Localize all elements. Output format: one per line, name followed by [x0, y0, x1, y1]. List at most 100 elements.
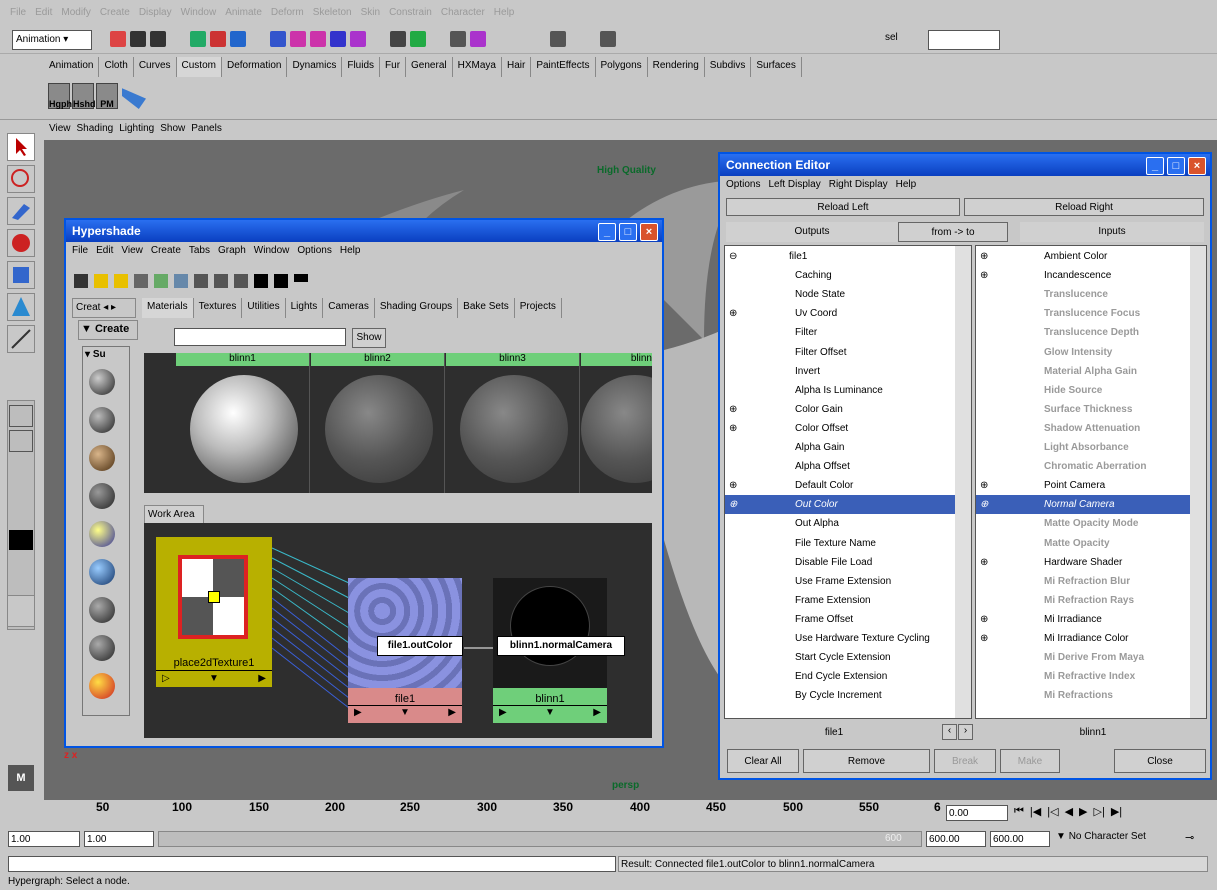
panel-menu-view[interactable]: View	[49, 123, 71, 139]
menu-character[interactable]: Character	[441, 7, 485, 18]
expand-icon[interactable]: ⊕	[725, 480, 795, 491]
current-time-field[interactable]: 0.00	[946, 805, 1008, 821]
ce-right-scrollbar[interactable]	[1190, 246, 1206, 718]
phong-e-swatch-icon[interactable]	[89, 635, 115, 661]
layout-menu-icon[interactable]	[7, 595, 35, 627]
ce-output-row[interactable]: Invert	[725, 362, 955, 381]
swatch-blinn2[interactable]: blinn2	[311, 353, 445, 493]
ce-input-row[interactable]: ⊕ Mi Irradiance Color	[976, 629, 1190, 648]
expand-icon[interactable]: ⊕	[725, 308, 795, 319]
ce-input-row[interactable]: Translucence Focus	[976, 304, 1190, 323]
ce-output-row[interactable]: ⊕ Out Color	[725, 495, 955, 515]
shelf-tab-general[interactable]: General	[406, 57, 453, 77]
blinn-swatch-icon[interactable]	[89, 407, 115, 433]
expand-icon[interactable]: ⊕	[976, 480, 1044, 491]
shelf-tab-fur[interactable]: Fur	[380, 57, 407, 77]
expand-icon[interactable]: ⊕	[725, 404, 795, 415]
hs-create-dropdown[interactable]: ▼ Create	[78, 320, 138, 340]
expand-icon[interactable]: ⊖	[725, 251, 777, 262]
shelf-tab-surfaces[interactable]: Surfaces	[751, 57, 802, 77]
select-hierarchy-icon[interactable]	[190, 31, 206, 47]
new-scene-icon[interactable]	[110, 31, 126, 47]
hs-menu-window[interactable]: Window	[254, 245, 290, 256]
direction-toggle[interactable]: from -> to	[898, 222, 1008, 242]
ce-minimize-icon[interactable]: _	[1146, 157, 1164, 175]
menu-deform[interactable]: Deform	[271, 7, 304, 18]
ce-output-row[interactable]: ⊕ Color Offset	[725, 419, 955, 438]
hs-menu-help[interactable]: Help	[340, 245, 361, 256]
layout-hypergraph-icon[interactable]	[9, 530, 33, 550]
reload-left-button[interactable]: Reload Left	[726, 198, 960, 216]
ce-close-icon[interactable]: ×	[1188, 157, 1206, 175]
expand-icon[interactable]: ⊕	[976, 499, 1044, 510]
end-time-field[interactable]: 600.00	[990, 831, 1050, 847]
shelf-button-hgph[interactable]: Hgph	[48, 83, 72, 109]
ce-menu-right-display[interactable]: Right Display	[829, 179, 888, 190]
hs-layout-bottom-icon[interactable]	[274, 274, 288, 288]
ce-output-row[interactable]: Frame Offset	[725, 610, 955, 629]
ce-output-row[interactable]: By Cycle Increment	[725, 686, 955, 705]
ce-output-row[interactable]: ⊖ file1	[725, 247, 955, 266]
ce-output-row[interactable]: ⊕ Default Color	[725, 476, 955, 495]
hs-rearrange-icon[interactable]	[174, 274, 188, 288]
ce-input-row[interactable]: Matte Opacity	[976, 534, 1190, 553]
minimize-icon[interactable]: _	[598, 223, 616, 241]
ce-input-row[interactable]: Hide Source	[976, 381, 1190, 400]
expand-icon[interactable]: ⊕	[976, 251, 1044, 262]
swatch-blinn4[interactable]: blinn	[581, 353, 652, 493]
snap-curve-icon[interactable]	[290, 31, 306, 47]
ce-input-row[interactable]: Matte Opacity Mode	[976, 514, 1190, 533]
hs-back-icon[interactable]	[94, 274, 108, 288]
range-slider[interactable]	[158, 831, 922, 847]
ce-input-row[interactable]: Mi Refractive Index	[976, 667, 1190, 686]
step-forward-key-icon[interactable]: ▶|	[1111, 805, 1122, 823]
ce-input-row[interactable]: Shadow Attenuation	[976, 419, 1190, 438]
shelf-tab-curves[interactable]: Curves	[133, 57, 177, 77]
paint-select-tool-icon[interactable]	[7, 197, 35, 225]
hs-filter-field[interactable]	[174, 328, 346, 346]
hs-graph-icon[interactable]	[154, 274, 168, 288]
reload-right-button[interactable]: Reload Right	[964, 198, 1204, 216]
ce-arrow-left-icon[interactable]: ‹	[942, 724, 957, 740]
ce-output-row[interactable]: Alpha Offset	[725, 457, 955, 476]
ce-output-row[interactable]: Disable File Load	[725, 553, 955, 572]
shelf-tab-subdivs[interactable]: Subdivs	[704, 57, 752, 77]
ce-input-row[interactable]: Mi Derive From Maya	[976, 648, 1190, 667]
close-icon[interactable]: ×	[640, 223, 658, 241]
ce-menu-options[interactable]: Options	[726, 179, 760, 190]
shelf-tab-animation[interactable]: Animation	[44, 57, 100, 77]
ce-arrow-right-icon[interactable]: ›	[958, 724, 973, 740]
ocean-shader-swatch-icon[interactable]	[89, 559, 115, 585]
hs-tab-projects[interactable]: Projects	[514, 298, 562, 318]
node-blinn1-ports[interactable]: ▶ ▼ ▶	[493, 705, 607, 719]
shelf-tab-polygons[interactable]: Polygons	[595, 57, 648, 77]
menu-window[interactable]: Window	[181, 7, 217, 18]
hs-tab-shading-groups[interactable]: Shading Groups	[374, 298, 459, 318]
panel-menu-lighting[interactable]: Lighting	[119, 123, 154, 139]
channel-box-icon[interactable]	[600, 31, 616, 47]
panel-menu-panels[interactable]: Panels	[191, 123, 222, 139]
menu-skin[interactable]: Skin	[361, 7, 380, 18]
snap-view-icon[interactable]	[330, 31, 346, 47]
layout-single-icon[interactable]	[9, 405, 33, 427]
break-button[interactable]: Break	[934, 749, 996, 773]
shelf-tab-cloth[interactable]: Cloth	[99, 57, 134, 77]
scale-tool-icon[interactable]	[7, 293, 35, 321]
select-object-icon[interactable]	[210, 31, 226, 47]
hs-menu-file[interactable]: File	[72, 245, 88, 256]
lasso-tool-icon[interactable]	[7, 165, 35, 193]
ce-input-row[interactable]: Light Absorbance	[976, 438, 1190, 457]
snap-point-icon[interactable]	[310, 31, 326, 47]
open-scene-icon[interactable]	[130, 31, 146, 47]
expand-icon[interactable]: ⊕	[725, 423, 795, 434]
shelf-tab-fluids[interactable]: Fluids	[342, 57, 381, 77]
shelf-tab-dynamics[interactable]: Dynamics	[287, 57, 343, 77]
node-file1-ports[interactable]: ▶ ▼ ▶	[348, 705, 462, 719]
make-button[interactable]: Make	[1000, 749, 1060, 773]
ramp-shader-swatch-icon[interactable]	[89, 673, 115, 699]
shelf-tab-painteffects[interactable]: PaintEffects	[531, 57, 596, 77]
hs-tab-textures[interactable]: Textures	[193, 298, 243, 318]
hs-menu-create[interactable]: Create	[151, 245, 181, 256]
ce-output-row[interactable]: Use Frame Extension	[725, 572, 955, 591]
ce-menu-left-display[interactable]: Left Display	[768, 179, 820, 190]
